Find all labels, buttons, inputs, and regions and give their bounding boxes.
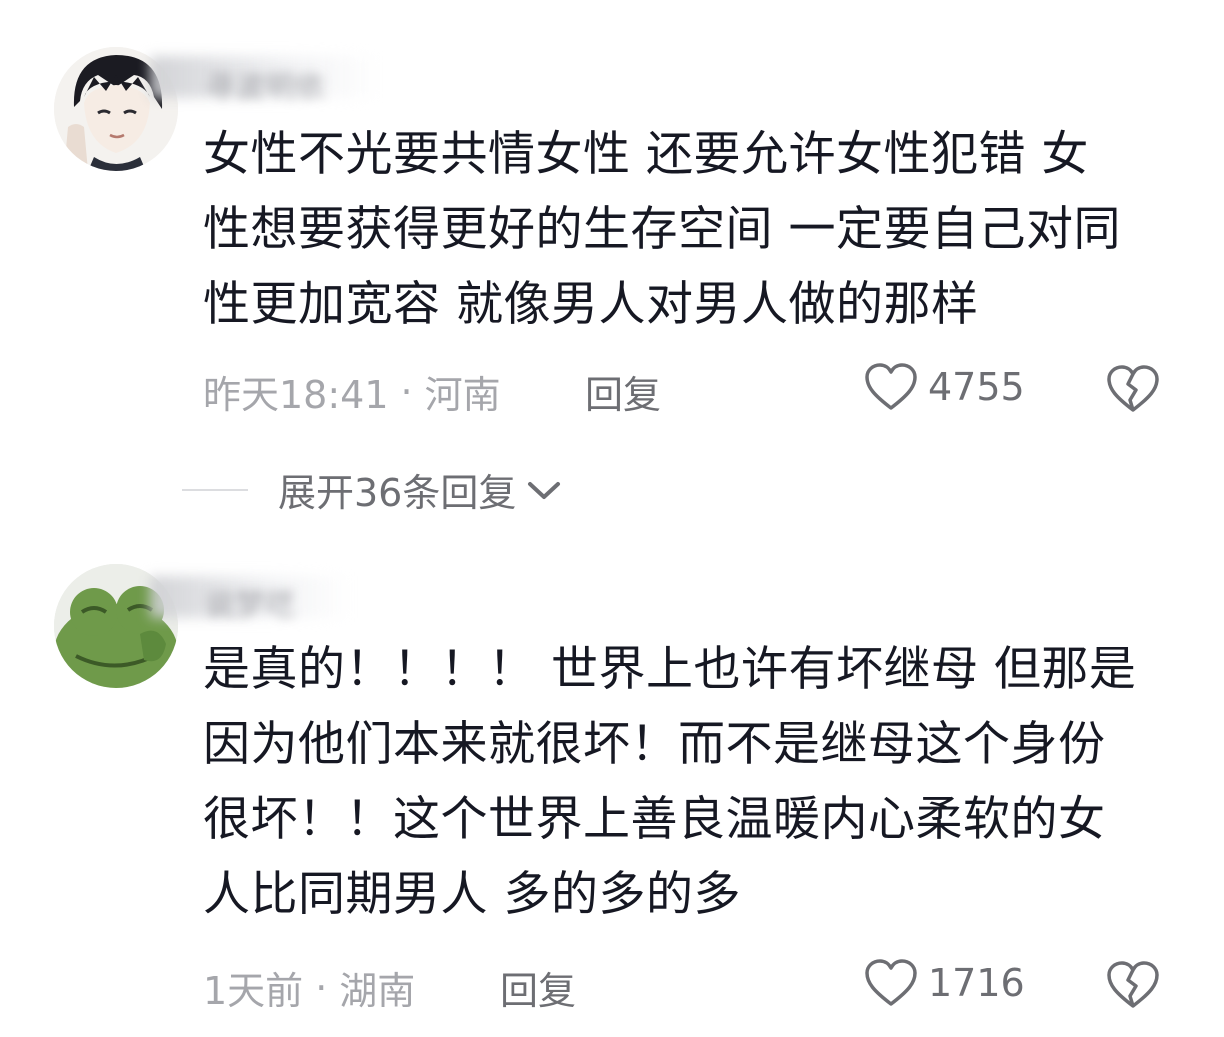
broken-heart-icon [1107, 961, 1159, 1008]
comment-line: 女性不光要共情女性 还要允许女性犯错 女 [203, 127, 1089, 182]
reply-button[interactable]: 回复 [585, 364, 661, 419]
comment-line: 性想要获得更好的生存空间 一定要自己对同 [203, 202, 1121, 257]
comment-text: 是真的！！！！ 世界上也许有坏继母 但那是 因为他们本来就很坏！而不是继母这个身… [203, 632, 1178, 932]
broken-heart-icon [1107, 365, 1159, 412]
comment-meta: 1天前 · 湖南 [203, 960, 415, 1015]
comment-time: 昨天18:41 [203, 373, 389, 417]
meta-separator: · [400, 369, 413, 414]
expand-replies-button[interactable]: 展开36条回复 [182, 462, 562, 517]
comment-line: 性更加宽容 就像男人对男人做的那样 [203, 277, 979, 332]
like-count: 4755 [928, 365, 1025, 409]
expand-replies-label: 展开36条回复 [278, 471, 517, 515]
divider-line [182, 488, 248, 491]
heart-outline-icon [865, 959, 917, 1006]
comment-line: 很坏！！这个世界上善良温暖内心柔软的女 [203, 792, 1106, 847]
comment-line: 是真的！！！！ 世界上也许有坏继母 但那是 [203, 642, 1137, 697]
comment-time: 1天前 [203, 969, 304, 1013]
username[interactable]: 寻波明依 [205, 62, 325, 106]
like-count: 1716 [928, 961, 1025, 1005]
meta-separator: · [315, 965, 328, 1010]
like-button[interactable]: 4755 [864, 362, 1025, 412]
comment-meta: 昨天18:41 · 河南 [203, 364, 501, 419]
username[interactable]: 说梦呓 [205, 580, 295, 624]
chevron-down-icon [528, 481, 561, 499]
comment-line: 人比同期男人 多的多的多 [203, 867, 741, 922]
comment-line: 因为他们本来就很坏！而不是继母这个身份 [203, 717, 1106, 772]
comment-text: 女性不光要共情女性 还要允许女性犯错 女 性想要获得更好的生存空间 一定要自己对… [203, 117, 1178, 342]
heart-outline-icon [865, 363, 917, 410]
dislike-button[interactable] [1106, 364, 1160, 418]
like-button[interactable]: 1716 [864, 958, 1025, 1008]
comment-location: 河南 [424, 373, 501, 417]
reply-button[interactable]: 回复 [500, 960, 576, 1015]
comment-location: 湖南 [339, 969, 416, 1013]
dislike-button[interactable] [1106, 960, 1160, 1014]
